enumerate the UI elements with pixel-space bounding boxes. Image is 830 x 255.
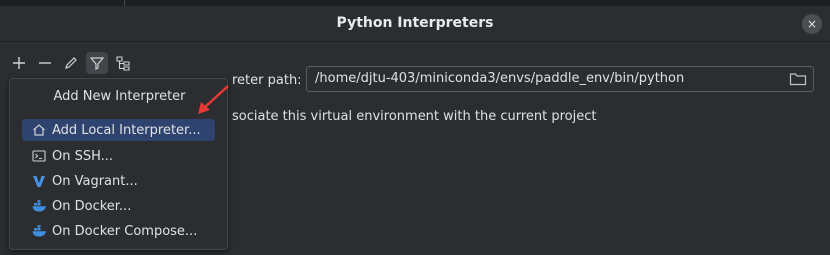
- edit-interpreter-button[interactable]: [60, 52, 82, 74]
- associate-environment-text: sociate this virtual environment with th…: [232, 109, 597, 124]
- plus-icon: [13, 57, 25, 69]
- close-button[interactable]: ×: [802, 14, 822, 34]
- interpreter-path-field[interactable]: /home/djtu-403/miniconda3/envs/paddle_en…: [306, 66, 814, 92]
- folder-icon[interactable]: [789, 71, 807, 87]
- pencil-icon: [65, 57, 77, 69]
- tree-icon: [116, 56, 130, 71]
- menu-item-label: Add Local Interpreter...: [52, 122, 201, 138]
- menu-item-docker-compose[interactable]: On Docker Compose...: [22, 220, 215, 242]
- menu-item-label: On Vagrant...: [52, 173, 138, 189]
- menu-item-label: On SSH...: [52, 148, 114, 164]
- interpreter-toolbar: [8, 52, 134, 74]
- show-paths-button[interactable]: [112, 52, 134, 74]
- menu-item-label: On Docker...: [52, 198, 132, 214]
- vagrant-icon: [31, 173, 47, 189]
- terminal-icon: [31, 148, 47, 164]
- menu-item-ssh[interactable]: On SSH...: [22, 145, 215, 167]
- home-icon: [31, 122, 47, 138]
- docker-compose-icon: [31, 223, 47, 239]
- remove-interpreter-button[interactable]: [34, 52, 56, 74]
- menu-item-vagrant[interactable]: On Vagrant...: [22, 170, 215, 192]
- interpreter-path-value[interactable]: /home/djtu-403/miniconda3/envs/paddle_en…: [315, 70, 684, 88]
- annotation-arrow-icon: [198, 85, 229, 114]
- menu-item-label: On Docker Compose...: [52, 223, 198, 239]
- interpreter-path-label: reter path:: [232, 73, 302, 88]
- close-icon: ×: [806, 17, 818, 31]
- menu-item-add-local[interactable]: Add Local Interpreter...: [22, 119, 215, 141]
- add-interpreter-button[interactable]: [8, 52, 30, 74]
- dialog-title: Python Interpreters: [336, 15, 494, 31]
- menu-item-docker[interactable]: On Docker...: [22, 195, 215, 217]
- docker-icon: [31, 198, 47, 214]
- filter-icon: [89, 57, 105, 70]
- filter-button[interactable]: [86, 52, 108, 74]
- dialog-titlebar: Python Interpreters ×: [0, 6, 830, 42]
- minus-icon: [39, 62, 51, 64]
